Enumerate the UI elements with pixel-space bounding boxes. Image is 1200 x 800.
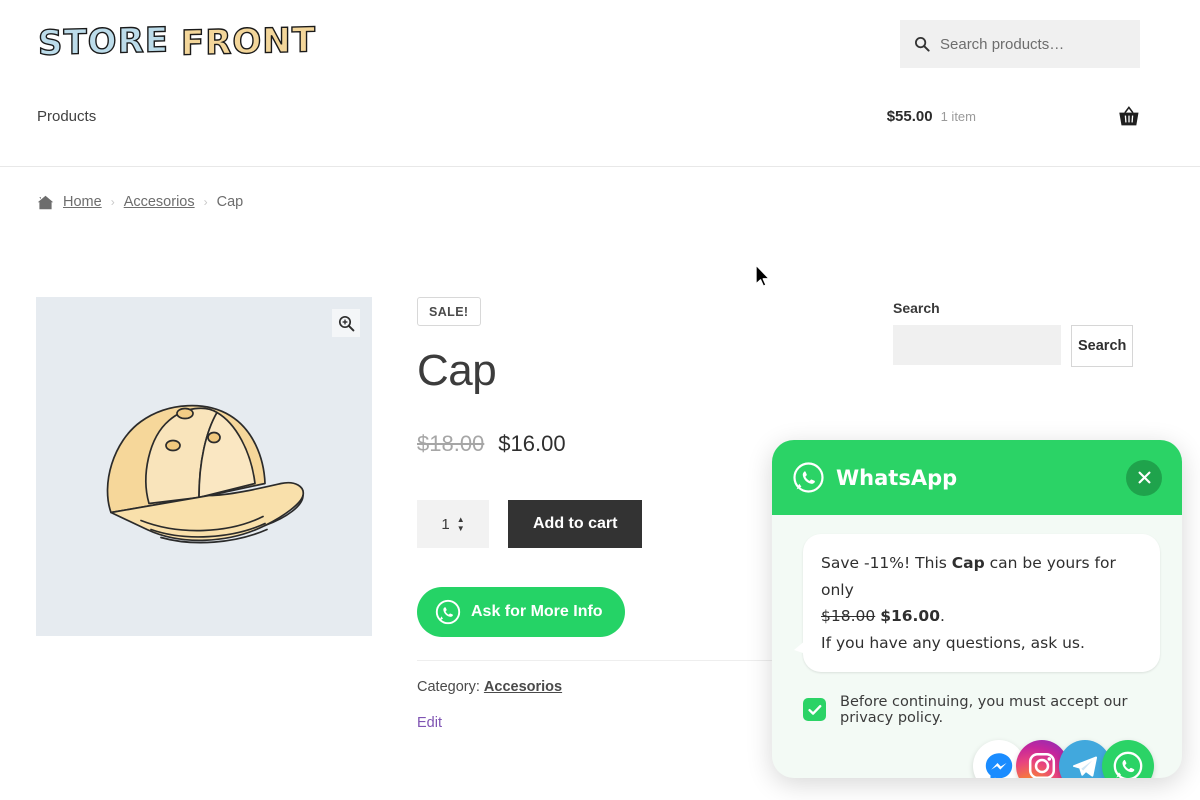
- whatsapp-popup-title: WhatsApp: [836, 465, 958, 490]
- cart-widget[interactable]: $55.00 1 item: [887, 106, 1140, 127]
- mouse-cursor: [755, 264, 770, 287]
- product-title: Cap: [417, 346, 497, 395]
- nav-item-products[interactable]: Products: [37, 108, 96, 125]
- site-logo[interactable]: STORE FRONT: [37, 16, 316, 68]
- privacy-policy-row: Before continuing, you must accept our p…: [772, 672, 1182, 726]
- logo-word-store: STORE: [37, 20, 169, 65]
- message-line1-pre: Save -11%! This: [821, 554, 952, 572]
- logo-word-front: FRONT: [180, 20, 316, 65]
- whatsapp-message-area: Save -11%! This Cap can be yours for onl…: [772, 515, 1182, 672]
- add-to-cart-button[interactable]: Add to cart: [508, 500, 643, 549]
- primary-nav: Products $55.00 1 item: [0, 100, 1200, 156]
- sidebar-search-heading: Search: [893, 300, 940, 316]
- sidebar: Search Search: [893, 300, 1133, 367]
- whatsapp-message-bubble: Save -11%! This Cap can be yours for onl…: [794, 534, 1160, 672]
- quantity-increase-icon[interactable]: ▲: [457, 516, 465, 524]
- close-icon[interactable]: [1126, 459, 1162, 496]
- search-icon: [915, 37, 930, 52]
- sidebar-search-input[interactable]: [893, 325, 1061, 365]
- home-icon[interactable]: [37, 195, 54, 210]
- whatsapp-popup-header: WhatsApp: [772, 440, 1182, 515]
- header-search-input[interactable]: Search products…: [940, 36, 1064, 53]
- price-sale: $16.00: [498, 431, 566, 457]
- site-header: STORE FRONT Search products… Products $5…: [0, 0, 1200, 167]
- edit-product-link[interactable]: Edit: [417, 715, 442, 731]
- message-product-name: Cap: [951, 554, 985, 572]
- privacy-policy-checkbox[interactable]: [803, 698, 826, 722]
- zoom-in-icon[interactable]: [332, 309, 360, 337]
- social-buttons: [772, 726, 1182, 778]
- message-price-old: $18.00: [821, 607, 876, 626]
- header-search-box[interactable]: Search products…: [900, 20, 1140, 68]
- quantity-spinner[interactable]: ▲ ▼: [457, 516, 465, 533]
- quantity-stepper[interactable]: 1 ▲ ▼: [417, 500, 489, 549]
- sidebar-search-button[interactable]: Search: [1071, 325, 1133, 367]
- cart-item-count: 1 item: [940, 109, 976, 124]
- breadcrumb-separator: ›: [203, 195, 208, 209]
- message-price-new: $16.00: [880, 607, 941, 626]
- message-line3: If you have any questions, ask us.: [821, 633, 1085, 652]
- message-line2-post: .: [940, 607, 945, 626]
- breadcrumb: Home › Accesorios › Cap: [37, 194, 243, 210]
- whatsapp-popup: WhatsApp Save -11%! This Cap can be your…: [772, 440, 1182, 778]
- product-gallery[interactable]: [36, 297, 372, 636]
- sale-badge: SALE!: [417, 297, 481, 326]
- basket-icon[interactable]: [1118, 106, 1140, 127]
- whatsapp-icon: [793, 462, 824, 493]
- breadcrumb-item-accesorios[interactable]: Accesorios: [124, 194, 195, 210]
- quantity-value[interactable]: 1: [441, 516, 449, 533]
- product-image-cap: [106, 404, 305, 543]
- cart-amount: $55.00: [886, 108, 933, 125]
- ask-for-more-info-button[interactable]: Ask for More Info: [417, 587, 625, 638]
- quantity-decrease-icon[interactable]: ▼: [457, 525, 465, 533]
- price-original: $18.00: [417, 431, 485, 457]
- check-icon: [807, 704, 821, 715]
- breadcrumb-item-home[interactable]: Home: [63, 194, 102, 210]
- whatsapp-icon: [435, 600, 461, 625]
- breadcrumb-separator: ›: [110, 195, 115, 209]
- breadcrumb-item-current: Cap: [216, 194, 244, 210]
- sidebar-search-form: Search: [893, 325, 1133, 367]
- ask-for-more-info-label: Ask for More Info: [471, 603, 603, 621]
- category-label: Category:: [417, 679, 480, 696]
- whatsapp-icon[interactable]: [1102, 739, 1154, 778]
- privacy-policy-text: Before continuing, you must accept our p…: [840, 693, 1128, 726]
- category-link-accesorios[interactable]: Accesorios: [484, 679, 562, 695]
